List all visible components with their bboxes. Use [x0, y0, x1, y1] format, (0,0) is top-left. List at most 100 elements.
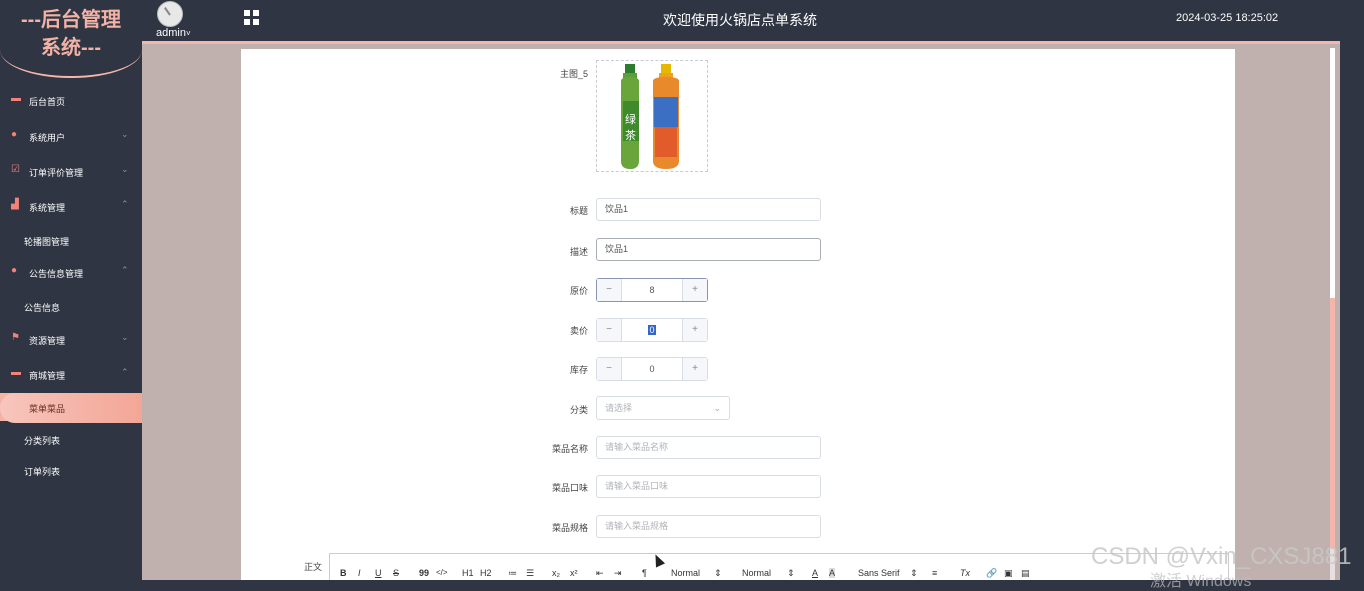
sidebar-item-home[interactable]: ▬ 后台首页 — [0, 84, 142, 114]
logo-line2: 系统--- — [41, 37, 101, 59]
sidebar-item-system[interactable]: ▟ 系统管理 ⌃ — [0, 190, 142, 220]
orig-price-value[interactable]: 8 — [622, 279, 682, 301]
sidebar-item-label: 菜单菜品 — [29, 404, 66, 414]
sale-price-stepper[interactable]: − 0 + — [596, 318, 708, 342]
minus-button[interactable]: − — [597, 358, 622, 380]
chevron-down-icon: ⌄ — [713, 403, 721, 413]
bold-button[interactable]: B — [340, 568, 347, 578]
dish-spec-label: 菜品规格 — [551, 523, 588, 533]
clean-format-button[interactable]: Tx — [960, 568, 970, 578]
align-button[interactable]: ≡ — [932, 568, 937, 578]
sidebar-item-label: 资源管理 — [29, 336, 66, 346]
direction-button[interactable]: ¶ — [642, 568, 647, 578]
plus-button[interactable]: + — [682, 279, 707, 301]
sidebar-item-carousel[interactable]: 轮播图管理 — [0, 226, 142, 254]
sale-price-value[interactable]: 0 — [622, 319, 682, 341]
minus-button[interactable]: − — [597, 279, 622, 301]
video-icon[interactable]: ▤ — [1021, 568, 1030, 579]
plus-button[interactable]: + — [682, 358, 707, 380]
sidebar-item-label: 公告信息 — [24, 303, 61, 313]
monitor-icon: ▬ — [11, 93, 21, 104]
ordered-list-button[interactable]: ≔ — [508, 568, 517, 579]
code-button[interactable]: </> — [436, 568, 448, 577]
chevron-down-icon: ⌄ — [121, 129, 129, 139]
chevron-up-icon: ⌃ — [121, 367, 129, 377]
sidebar-item-notice[interactable]: 公告信息 — [0, 292, 142, 320]
category-select[interactable]: 请选择 ⌄ — [596, 396, 730, 420]
sidebar-item-label: 商城管理 — [29, 371, 66, 381]
updown-icon: ⇕ — [714, 568, 722, 578]
h1-button[interactable]: H1 — [462, 568, 474, 578]
scrollbar-thumb[interactable] — [1330, 298, 1335, 548]
sidebar-item-label: 分类列表 — [24, 436, 61, 446]
sidebar-item-resources[interactable]: ⚑ 资源管理 ⌄ — [0, 323, 142, 353]
dish-spec-input[interactable]: 请输入菜品规格 — [596, 515, 821, 538]
dish-taste-input[interactable]: 请输入菜品口味 — [596, 475, 821, 498]
outdent-button[interactable]: ⇤ — [596, 568, 604, 579]
sidebar-item-notice-mgmt[interactable]: ● 公告信息管理 ⌃ — [0, 256, 142, 286]
desc-input[interactable]: 饮品1 — [596, 238, 821, 261]
bullet-list-button[interactable]: ☰ — [526, 568, 534, 579]
sidebar-item-label: 后台首页 — [29, 97, 66, 107]
logo: ---后台管理 系统--- — [0, 0, 142, 78]
logo-line1: ---后台管理 — [21, 9, 121, 31]
strike-button[interactable]: S — [393, 568, 399, 578]
sidebar-item-orders[interactable]: 订单列表 — [0, 456, 142, 484]
image-label: 主图_5 — [559, 69, 588, 79]
sale-price-label: 卖价 — [569, 326, 588, 336]
svg-text:茶: 茶 — [625, 129, 636, 142]
underline-button[interactable]: U — [375, 568, 382, 578]
title-input[interactable]: 饮品1 — [596, 198, 821, 221]
checkbox-icon: ☑ — [11, 164, 20, 175]
svg-text:绿: 绿 — [625, 112, 636, 126]
body-label: 正文 — [303, 562, 322, 572]
italic-button[interactable]: I — [358, 568, 361, 578]
desc-label: 描述 — [569, 247, 588, 257]
updown-icon: ⇕ — [910, 568, 918, 578]
sidebar-item-categories[interactable]: 分类列表 — [0, 425, 142, 453]
quote-button[interactable]: 99 — [419, 568, 429, 578]
sidebar: ▬ 后台首页 ● 系统用户 ⌄ ☑ 订单评价管理 ⌄ ▟ 系统管理 ⌃ 轮播图管理 ● 公告信息… — [0, 76, 142, 580]
chevron-up-icon: ⌃ — [121, 265, 129, 275]
sidebar-item-order-review[interactable]: ☑ 订单评价管理 ⌄ — [0, 155, 142, 185]
orig-price-label: 原价 — [569, 286, 588, 296]
superscript-button[interactable]: x² — [570, 568, 578, 578]
dish-taste-label: 菜品口味 — [551, 483, 588, 493]
datetime: 2024-03-25 18:25:02 — [1176, 12, 1279, 24]
chevron-down-icon: ⌄ — [121, 164, 129, 174]
category-placeholder: 请选择 — [605, 403, 633, 413]
font-select[interactable]: Sans Serif — [858, 568, 900, 578]
sidebar-item-label: 订单列表 — [24, 467, 61, 477]
h2-button[interactable]: H2 — [480, 568, 492, 578]
sale-price-text: 0 — [648, 325, 656, 335]
subscript-button[interactable]: x₂ — [552, 568, 560, 578]
top-bar: admin˅ 欢迎使用火锅店点单系统 2024-03-25 18:25:02 — [0, 0, 1364, 44]
sidebar-item-label: 轮播图管理 — [24, 237, 70, 247]
right-edge — [1340, 44, 1364, 580]
background-color-button[interactable]: A — [829, 568, 836, 578]
sidebar-item-label: 系统用户 — [29, 133, 66, 143]
sidebar-item-dishes[interactable]: 菜单菜品 — [0, 393, 142, 423]
dish-name-input[interactable]: 请输入菜品名称 — [596, 436, 821, 459]
font-color-button[interactable]: A — [812, 568, 818, 578]
sidebar-item-users[interactable]: ● 系统用户 ⌄ — [0, 120, 142, 150]
orig-price-stepper[interactable]: − 8 + — [596, 278, 708, 302]
scrollbar[interactable] — [1330, 48, 1335, 580]
minus-button[interactable]: − — [597, 319, 622, 341]
sidebar-item-shop[interactable]: ▬ 商城管理 ⌃ — [0, 358, 142, 388]
activate-windows: 激活 Windows — [1150, 573, 1252, 590]
stock-stepper[interactable]: − 0 + — [596, 357, 708, 381]
sidebar-item-label: 公告信息管理 — [29, 269, 84, 279]
indent-button[interactable]: ⇥ — [614, 568, 622, 579]
link-icon[interactable]: 🔗 — [986, 568, 997, 579]
chevron-down-icon: ⌄ — [121, 332, 129, 342]
stock-value[interactable]: 0 — [622, 358, 682, 380]
size-select[interactable]: Normal — [671, 568, 700, 578]
header-select[interactable]: Normal — [742, 568, 771, 578]
bar-chart-icon: ▟ — [11, 199, 19, 210]
plus-button[interactable]: + — [682, 319, 707, 341]
image-upload[interactable]: 绿 茶 — [596, 60, 708, 172]
chevron-down-icon: ˅ — [185, 29, 191, 38]
image-icon[interactable]: ▣ — [1004, 568, 1013, 579]
chevron-up-icon: ⌃ — [121, 199, 129, 209]
